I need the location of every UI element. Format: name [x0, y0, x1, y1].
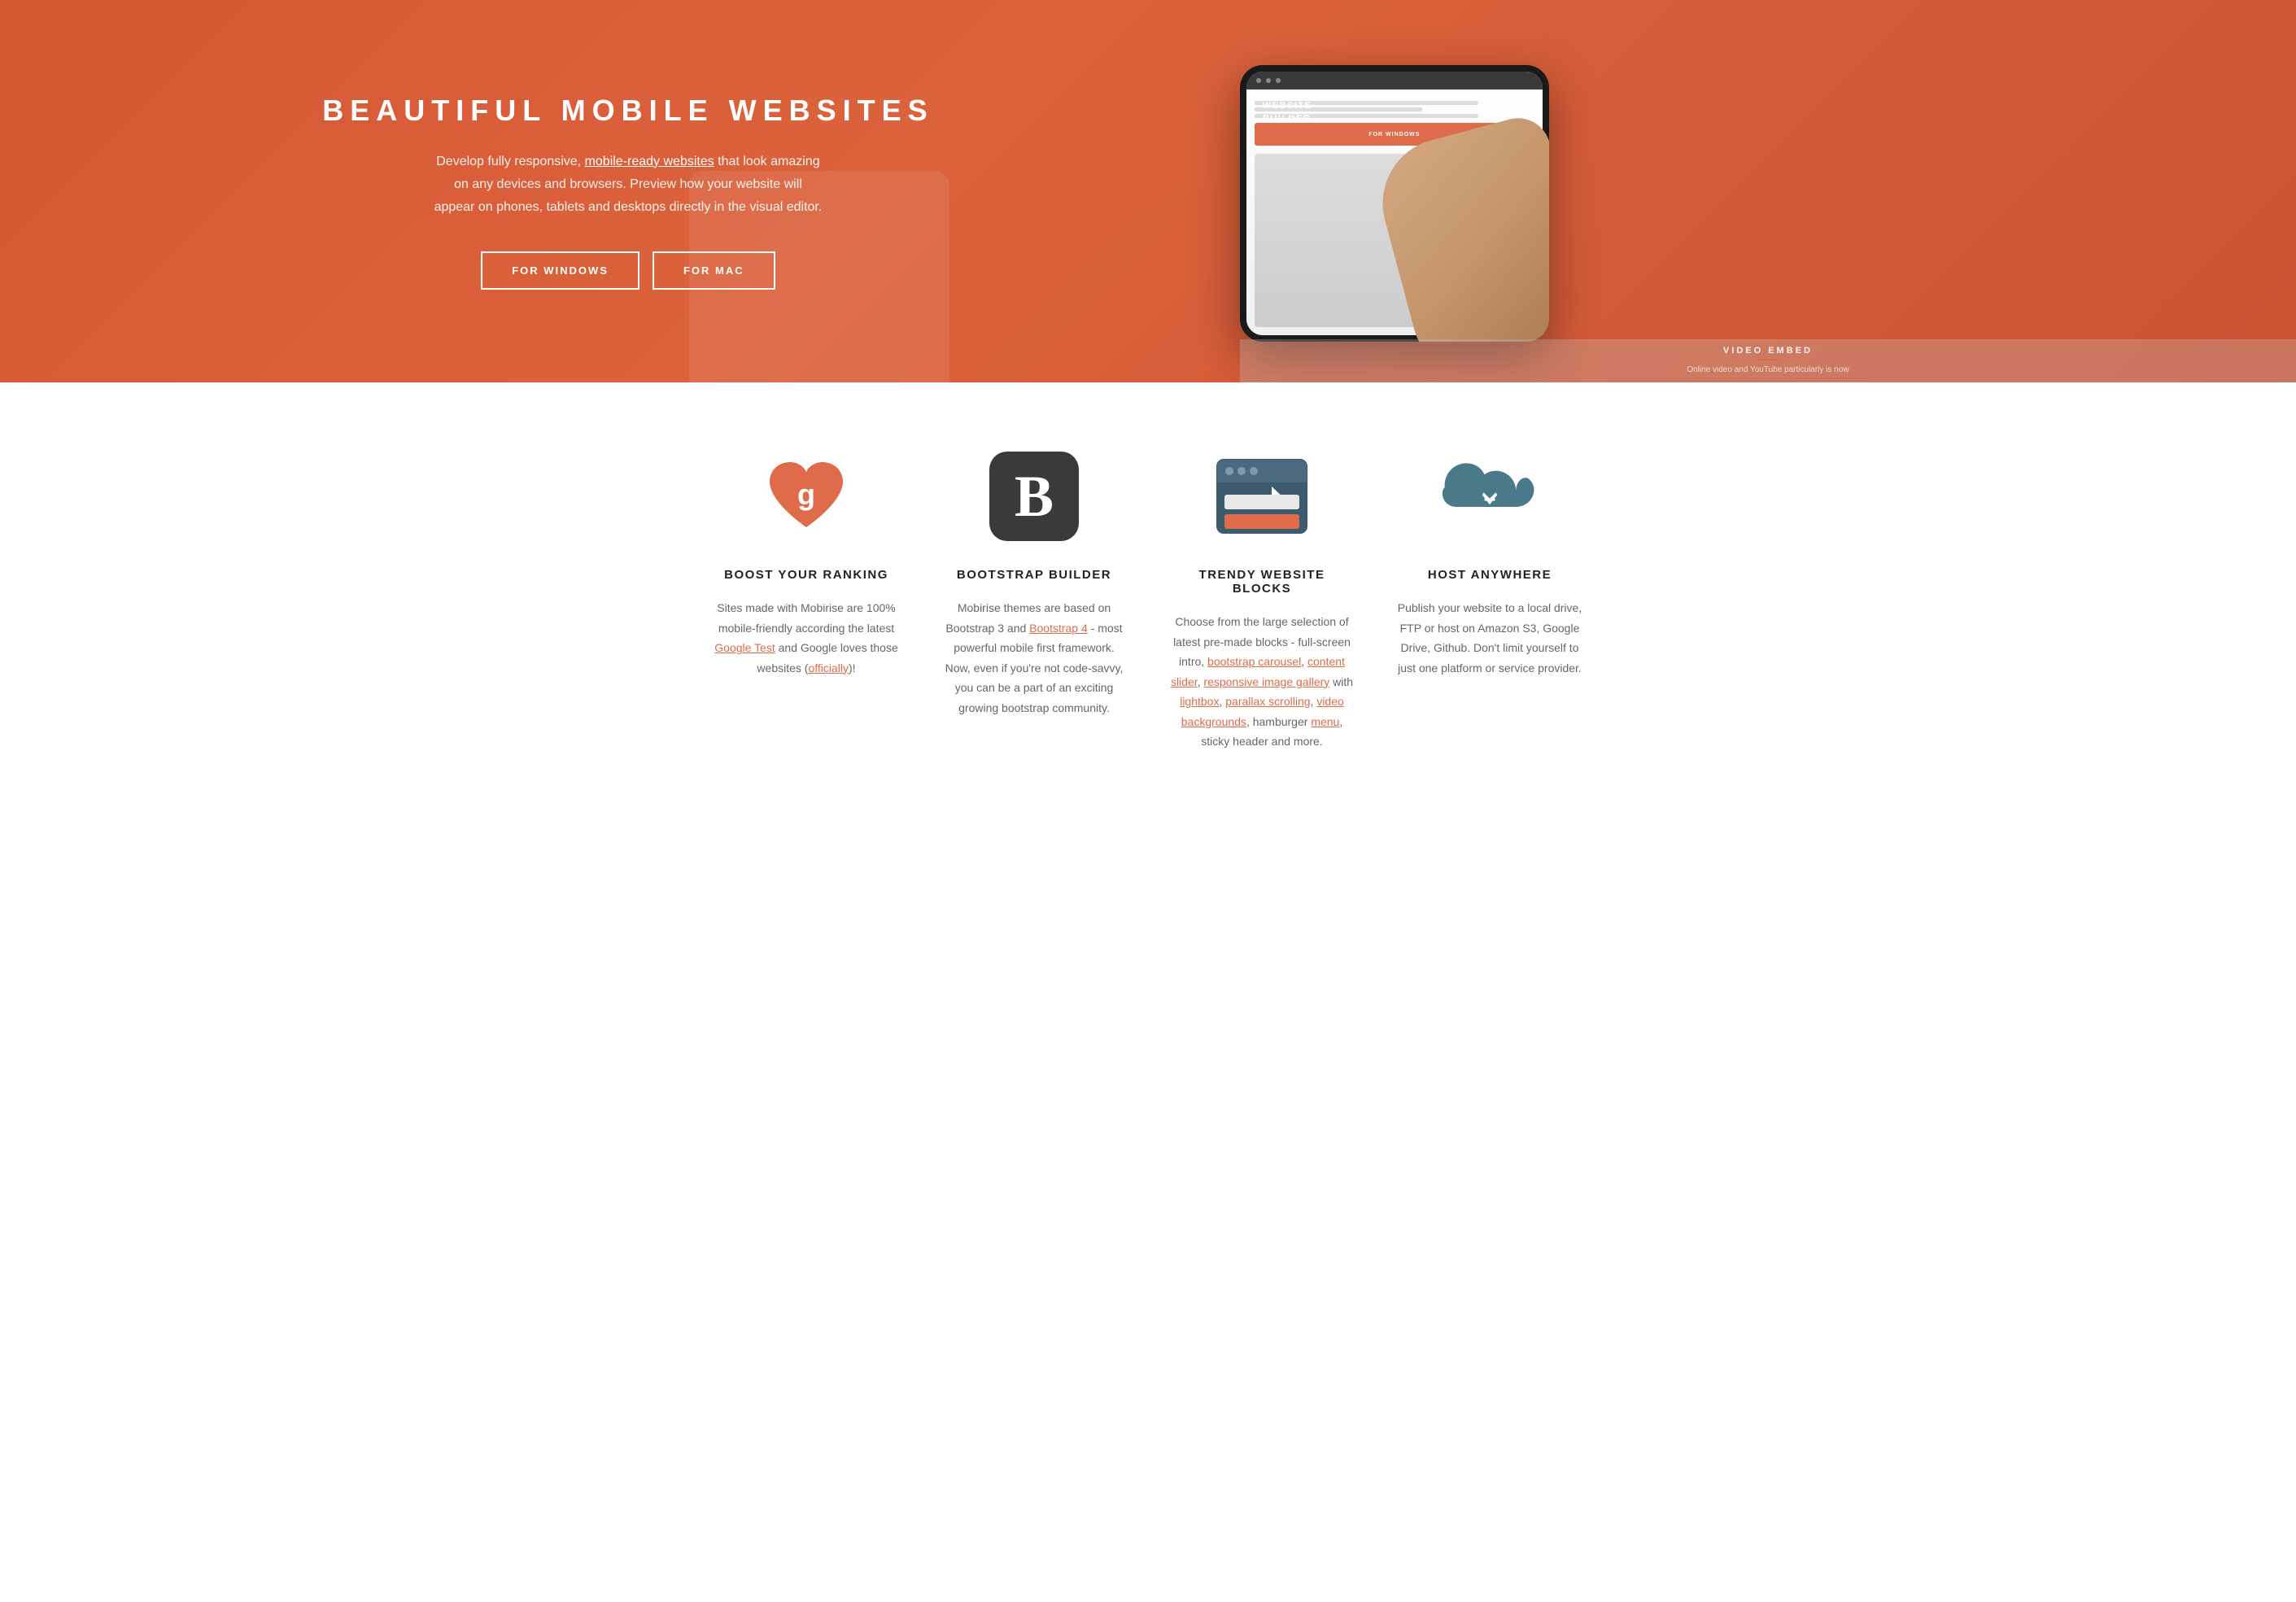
host-title: HOST ANYWHERE — [1428, 568, 1552, 582]
menu-link[interactable]: menu — [1311, 715, 1339, 728]
boost-icon: g — [757, 447, 855, 545]
host-desc: Publish your website to a local drive, F… — [1395, 598, 1584, 678]
phone-screen-header — [1246, 72, 1543, 89]
officially-link[interactable]: officially — [808, 661, 849, 674]
svg-text:g: g — [797, 478, 815, 511]
google-test-link[interactable]: Google Test — [714, 641, 775, 654]
heart-google-icon: g — [762, 456, 851, 537]
feature-boost: g BOOST YOUR RANKING Sites made with Mob… — [692, 447, 920, 752]
phone-brand: MOBIRISE WEBSITE BUILDER — [1263, 88, 1316, 125]
phone-dot-1 — [1256, 78, 1261, 83]
video-embed-line — [1756, 359, 1780, 360]
phone-mockup: MOBIRISE WEBSITE BUILDER FOR WINDOWS — [1240, 65, 1549, 342]
host-icon — [1441, 447, 1539, 545]
cloud-upload-icon — [1441, 454, 1539, 539]
hero-title: BEAUTIFUL MOBILE WEBSITES — [81, 94, 1175, 128]
features-section: g BOOST YOUR RANKING Sites made with Mob… — [0, 382, 2296, 801]
hero-content: BEAUTIFUL MOBILE WEBSITES Develop fully … — [0, 45, 1240, 338]
bootstrap-logo: B — [989, 452, 1079, 541]
hero-section: BEAUTIFUL MOBILE WEBSITES Develop fully … — [0, 0, 2296, 382]
hero-desc-text1: Develop fully responsive, — [436, 155, 584, 168]
hero-image-side: MOBIRISE WEBSITE BUILDER FOR WINDOWS — [1240, 41, 2296, 342]
windows-button[interactable]: FOR WINDOWS — [481, 251, 639, 290]
phone-dot-3 — [1276, 78, 1281, 83]
parallax-link[interactable]: parallax scrolling — [1225, 695, 1310, 708]
boost-title: BOOST YOUR RANKING — [724, 568, 888, 582]
bootstrap-icon: B — [985, 447, 1083, 545]
feature-bootstrap: B BOOTSTRAP BUILDER Mobirise themes are … — [920, 447, 1148, 752]
blocks-icon — [1213, 447, 1311, 545]
feature-blocks: TRENDY WEBSITE BLOCKS Choose from the la… — [1148, 447, 1376, 752]
feature-host: HOST ANYWHERE Publish your website to a … — [1376, 447, 1604, 752]
boost-desc: Sites made with Mobirise are 100% mobile… — [712, 598, 901, 678]
hero-buttons: FOR WINDOWS FOR MAC — [81, 251, 1175, 290]
video-embed-text: Online video and YouTube particularly is… — [1256, 364, 2280, 376]
hero-bottom-bar: VIDEO EMBED Online video and YouTube par… — [1240, 339, 2296, 382]
bootstrap-desc: Mobirise themes are based on Bootstrap 3… — [940, 598, 1128, 718]
blocks-title: TRENDY WEBSITE BLOCKS — [1168, 568, 1356, 596]
phone-dot-2 — [1266, 78, 1271, 83]
blocks-desc: Choose from the large selection of lates… — [1168, 612, 1356, 752]
video-embed-label: VIDEO EMBED — [1256, 346, 2280, 356]
bootstrap-title: BOOTSTRAP BUILDER — [957, 568, 1111, 582]
bootstrap-carousel-link[interactable]: bootstrap carousel — [1207, 655, 1301, 668]
hero-description: Develop fully responsive, mobile-ready w… — [433, 151, 823, 219]
responsive-gallery-link[interactable]: responsive image gallery — [1203, 675, 1329, 688]
hero-desc-link[interactable]: mobile-ready websites — [585, 155, 714, 168]
browser-blocks-icon — [1213, 456, 1311, 537]
mac-button[interactable]: FOR MAC — [653, 251, 775, 290]
lightbox-link[interactable]: lightbox — [1180, 695, 1219, 708]
bootstrap4-link[interactable]: Bootstrap 4 — [1029, 622, 1088, 635]
